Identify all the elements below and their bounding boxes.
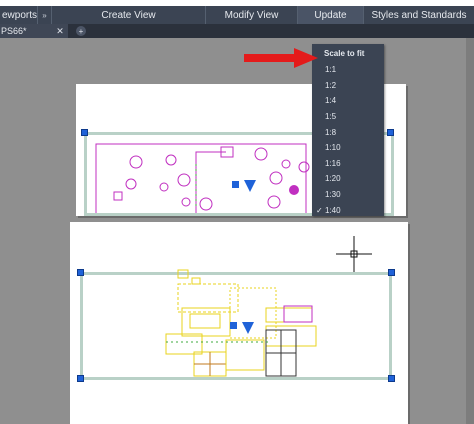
viewport-corner-grip[interactable]: [388, 375, 395, 382]
menu-item-scale[interactable]: 1:1: [312, 62, 384, 78]
ribbon-panel-label: ewports: [2, 9, 38, 21]
menu-item-scale[interactable]: 1:30: [312, 187, 384, 203]
canvas-edge: [466, 38, 474, 424]
menu-item-scale[interactable]: 1:16: [312, 156, 384, 172]
ribbon-panel-label: Modify View: [224, 9, 279, 21]
file-tab-label: PS66*: [1, 26, 27, 36]
viewport-scale-triangle-icon[interactable]: [242, 322, 254, 334]
red-arrow-icon: [244, 48, 318, 68]
ribbon-panel-styles-and-standards[interactable]: Styles and Standards: [364, 6, 474, 24]
ribbon-panel-modify-view[interactable]: Modify View: [206, 6, 298, 24]
check-icon: ✓: [316, 205, 323, 215]
plus-icon[interactable]: +: [76, 26, 86, 36]
close-icon[interactable]: ✕: [54, 25, 66, 37]
menu-item-scale[interactable]: 1:2: [312, 78, 384, 94]
menu-item-scale-checked[interactable]: ✓ 1:40: [312, 202, 384, 218]
menu-item-scale[interactable]: 1:20: [312, 171, 384, 187]
menu-item-scale[interactable]: 1:10: [312, 140, 384, 156]
ribbon-panel-titles: ewports » Create View Modify View Update…: [0, 6, 474, 24]
ribbon-panel-label: Styles and Standards: [371, 9, 467, 21]
viewport-corner-grip[interactable]: [77, 269, 84, 276]
menu-item-scale[interactable]: 1:4: [312, 93, 384, 109]
scaled-plan: [165, 269, 317, 377]
autocad-window: ewports » Create View Modify View Update…: [0, 0, 474, 424]
viewport-corner-grip[interactable]: [388, 269, 395, 276]
viewport-center-grip[interactable]: [230, 322, 237, 329]
ribbon-panel-update[interactable]: Update: [298, 6, 364, 24]
ribbon-panel-label: Create View: [101, 9, 156, 21]
menu-item-scale[interactable]: 1:5: [312, 109, 384, 125]
menu-item-scale-to-fit[interactable]: Scale to fit: [312, 44, 384, 62]
ribbon-panel-label: Update: [314, 9, 347, 21]
crosshair-cursor-icon: [336, 236, 372, 272]
double-chevron-icon[interactable]: »: [38, 6, 52, 24]
viewport-corner-grip[interactable]: [81, 129, 88, 136]
viewport-scale-menu: Scale to fit 1:1 1:2 1:4 1:5 1:8 1:10 1:…: [312, 44, 384, 216]
viewport-corner-grip[interactable]: [387, 129, 394, 136]
file-tab-bar: PS66* ✕ +: [0, 24, 474, 38]
ribbon-panel-viewports[interactable]: ewports: [0, 6, 38, 24]
viewport-corner-grip[interactable]: [77, 375, 84, 382]
ribbon-panel-create-view[interactable]: Create View: [52, 6, 206, 24]
menu-item-scale[interactable]: 1:8: [312, 124, 384, 140]
